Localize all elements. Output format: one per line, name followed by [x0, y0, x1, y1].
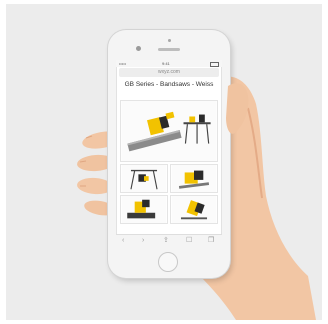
smartphone: ••••• 9:41 wxyz.com GB Series - Bandsaws…	[108, 30, 230, 278]
battery-icon	[210, 61, 219, 67]
phone-screen: ••••• 9:41 wxyz.com GB Series - Bandsaws…	[116, 60, 222, 246]
bookmarks-icon[interactable]: ☐	[186, 237, 192, 244]
back-icon[interactable]: ‹	[122, 237, 124, 244]
page-title: GB Series - Bandsaws - Weiss	[124, 81, 214, 88]
share-icon[interactable]: ⇪	[163, 237, 169, 244]
status-time: 9:41	[162, 61, 170, 66]
thumbnail-4[interactable]	[170, 195, 218, 224]
hero-product-image[interactable]	[120, 100, 218, 162]
tabs-icon[interactable]: ❐	[208, 237, 214, 244]
home-button[interactable]	[158, 252, 178, 272]
signal-indicator: •••••	[119, 61, 127, 66]
status-bar: ••••• 9:41	[116, 60, 222, 67]
product-gallery	[120, 100, 218, 224]
thumbnail-2[interactable]	[170, 164, 218, 193]
thumbnail-3[interactable]	[120, 195, 168, 224]
browser-toolbar: ‹ › ⇪ ☐ ❐	[116, 234, 222, 246]
thumbnail-1[interactable]	[120, 164, 168, 193]
forward-icon[interactable]: ›	[142, 237, 144, 244]
url-bar[interactable]: wxyz.com	[119, 68, 219, 77]
front-camera-icon	[136, 46, 141, 51]
earpiece-speaker	[158, 48, 180, 51]
proximity-sensor	[168, 39, 171, 42]
